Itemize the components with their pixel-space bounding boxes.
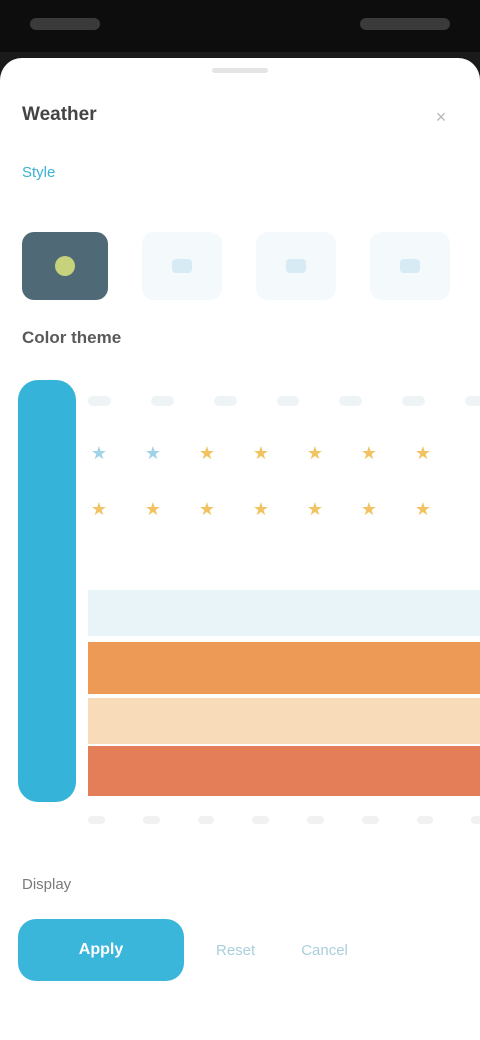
weather-icon: ★ bbox=[306, 499, 324, 519]
weather-icon: ★ bbox=[198, 499, 216, 519]
weather-icon: ★ bbox=[90, 443, 108, 463]
preview-band-peach bbox=[88, 698, 480, 744]
style-thumbnail-row bbox=[22, 230, 480, 302]
weather-icon: ★ bbox=[360, 443, 378, 463]
weather-icon: ★ bbox=[252, 499, 270, 519]
bottom-sheet: Weather × Style Color theme ★ ★ ★ ★ ★ ★ … bbox=[0, 58, 480, 1040]
status-bar bbox=[0, 0, 480, 52]
apply-button[interactable]: Apply bbox=[18, 919, 184, 981]
preview-icon-row: ★ ★ ★ ★ ★ ★ ★ bbox=[88, 442, 480, 464]
preview-foot-row bbox=[88, 816, 480, 824]
weather-icon: ★ bbox=[414, 499, 432, 519]
theme-preview[interactable]: ★ ★ ★ ★ ★ ★ ★ ★ ★ ★ ★ ★ ★ ★ bbox=[18, 380, 480, 824]
weather-icon: ★ bbox=[306, 443, 324, 463]
preview-band-orange bbox=[88, 642, 480, 694]
style-thumb[interactable] bbox=[142, 232, 222, 300]
preview-label-row bbox=[88, 396, 480, 406]
thumb-cloud-icon bbox=[286, 259, 306, 273]
action-row: Apply Reset Cancel bbox=[18, 918, 462, 982]
weather-icon: ★ bbox=[360, 499, 378, 519]
sheet-title: Weather bbox=[22, 104, 97, 125]
thumb-cloud-icon bbox=[400, 259, 420, 273]
status-time bbox=[30, 18, 100, 30]
preview-icon-row: ★ ★ ★ ★ ★ ★ ★ bbox=[88, 498, 480, 520]
weather-icon: ★ bbox=[90, 499, 108, 519]
section-title: Color theme bbox=[22, 328, 122, 347]
preview-band-red bbox=[88, 746, 480, 796]
close-button[interactable]: × bbox=[426, 102, 456, 132]
sheet-grabber-handle[interactable] bbox=[212, 68, 268, 73]
reset-button[interactable]: Reset bbox=[202, 930, 269, 970]
weather-icon: ★ bbox=[252, 443, 270, 463]
style-thumb[interactable] bbox=[256, 232, 336, 300]
cancel-button[interactable]: Cancel bbox=[287, 930, 362, 970]
thumb-cloud-icon bbox=[172, 259, 192, 273]
style-thumb[interactable] bbox=[370, 232, 450, 300]
weather-icon: ★ bbox=[144, 499, 162, 519]
sheet-header: Weather × bbox=[0, 84, 480, 148]
theme-accent-bar bbox=[18, 380, 76, 802]
close-icon: × bbox=[435, 106, 447, 127]
style-link[interactable]: Style bbox=[22, 164, 55, 181]
display-label: Display bbox=[22, 876, 72, 893]
weather-icon: ★ bbox=[144, 443, 162, 463]
weather-icon: ★ bbox=[198, 443, 216, 463]
status-icons bbox=[360, 18, 450, 30]
style-thumb-selected[interactable] bbox=[22, 232, 108, 300]
thumb-sun-icon bbox=[55, 256, 75, 276]
weather-icon: ★ bbox=[414, 443, 432, 463]
preview-band-light bbox=[88, 590, 480, 636]
preview-grid: ★ ★ ★ ★ ★ ★ ★ ★ ★ ★ ★ ★ ★ ★ bbox=[88, 380, 480, 802]
